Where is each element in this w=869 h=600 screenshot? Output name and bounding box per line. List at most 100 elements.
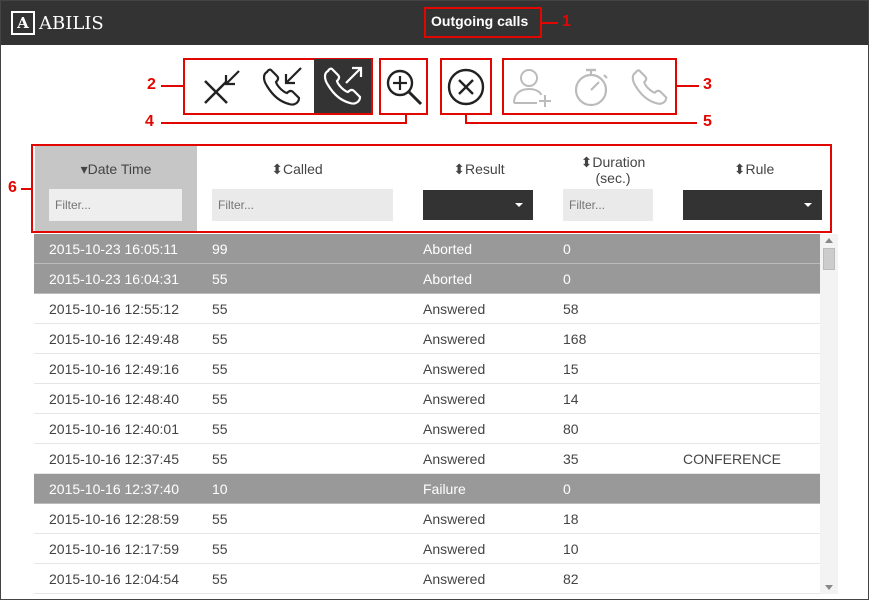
cell-result: Answered <box>423 571 486 587</box>
cell-datetime: 2015-10-16 12:49:16 <box>49 361 179 377</box>
clear-filters-button[interactable] <box>442 60 490 113</box>
called-filter-input[interactable] <box>212 189 393 221</box>
cell-duration: 14 <box>563 391 579 407</box>
cell-called: 55 <box>212 301 228 317</box>
callout-number-1: 1 <box>562 13 571 30</box>
cell-called: 55 <box>212 571 228 587</box>
callout-box-title <box>424 7 542 38</box>
cell-result: Answered <box>423 511 486 527</box>
column-label-duration: Duration <box>592 154 646 170</box>
rule-filter-select[interactable] <box>683 190 822 220</box>
column-label-result: Result <box>465 161 505 177</box>
callout-line-3 <box>677 85 699 87</box>
add-contact-button[interactable] <box>505 61 557 113</box>
callout-number-3: 3 <box>703 76 712 93</box>
cell-called: 55 <box>212 391 228 407</box>
cell-result: Aborted <box>423 241 473 257</box>
cell-datetime: 2015-10-23 16:04:31 <box>49 271 179 287</box>
zoom-in-icon <box>386 69 422 105</box>
table-row[interactable]: 2015-10-16 12:37:45 55 Answered 35 CONFERENC… <box>34 444 820 474</box>
sort-desc-icon: ▾ <box>80 161 88 177</box>
cell-duration: 18 <box>563 511 579 527</box>
cell-duration: 168 <box>563 331 587 347</box>
column-label-datetime: Date Time <box>87 161 152 177</box>
result-filter-select[interactable] <box>423 190 533 220</box>
missed-calls-icon <box>204 70 240 104</box>
callout-line-1 <box>542 22 558 24</box>
callout-line-4 <box>161 122 407 124</box>
cell-result: Answered <box>423 391 486 407</box>
logo-text: ABILIS <box>39 12 104 34</box>
cell-result: Answered <box>423 451 486 467</box>
cell-duration: 58 <box>563 301 579 317</box>
outgoing-calls-icon <box>323 66 362 105</box>
column-label-called: Called <box>283 161 323 177</box>
cell-result: Failure <box>423 481 466 497</box>
callout-line-2 <box>161 85 183 87</box>
sort-icon: ⬍ <box>453 161 466 177</box>
column-label-rule: Rule <box>745 161 775 177</box>
timer-button[interactable] <box>565 61 617 113</box>
table-row[interactable]: 2015-10-16 12:04:54 55 Answered 82 <box>34 564 820 594</box>
table-row[interactable]: 2015-10-23 16:05:11 99 Aborted 0 <box>34 234 820 264</box>
cell-called: 99 <box>212 241 228 257</box>
outgoing-calls-button[interactable] <box>314 59 371 113</box>
callout-number-2: 2 <box>147 76 156 93</box>
callout-connector-4 <box>405 115 407 124</box>
table-row[interactable]: 2015-10-16 12:55:12 55 Answered 58 <box>34 294 820 324</box>
cell-duration: 35 <box>563 451 579 467</box>
call-icon <box>631 69 668 105</box>
zoom-button[interactable] <box>381 60 426 113</box>
table-row[interactable]: 2015-10-16 12:17:59 55 Answered 10 <box>34 534 820 564</box>
column-header-called[interactable]: ⬍Called <box>197 146 397 231</box>
cell-duration: 0 <box>563 271 571 287</box>
cell-called: 55 <box>212 511 228 527</box>
column-header-result[interactable]: ⬍Result <box>413 146 545 231</box>
cell-datetime: 2015-10-16 12:37:45 <box>49 451 179 467</box>
cell-result: Answered <box>423 331 486 347</box>
cell-result: Answered <box>423 541 486 557</box>
sort-icon: ⬍ <box>271 161 284 177</box>
cell-duration: 15 <box>563 361 579 377</box>
call-button[interactable] <box>625 61 675 113</box>
table-row[interactable]: 2015-10-16 12:37:40 10 Failure 0 <box>34 474 820 504</box>
table-row[interactable]: 2015-10-16 12:49:16 55 Answered 15 <box>34 354 820 384</box>
scroll-down-icon[interactable] <box>825 585 833 590</box>
table-row[interactable]: 2015-10-16 12:48:40 55 Answered 14 <box>34 384 820 414</box>
vertical-scrollbar[interactable] <box>820 234 838 594</box>
table-row[interactable]: 2015-10-16 12:28:59 55 Answered 18 <box>34 504 820 534</box>
cell-datetime: 2015-10-16 12:49:48 <box>49 331 179 347</box>
cell-result: Answered <box>423 301 486 317</box>
cell-result: Aborted <box>423 271 473 287</box>
cell-datetime: 2015-10-16 12:28:59 <box>49 511 179 527</box>
incoming-calls-button[interactable] <box>251 61 313 113</box>
column-header-rule[interactable]: ⬍Rule <box>679 146 829 231</box>
table-row[interactable]: 2015-10-23 16:04:31 55 Aborted 0 <box>34 264 820 294</box>
cell-called: 10 <box>212 481 228 497</box>
missed-calls-button[interactable] <box>191 61 251 113</box>
column-header-datetime[interactable]: ▾Date Time <box>35 146 197 231</box>
clear-icon <box>447 68 485 105</box>
cell-datetime: 2015-10-16 12:55:12 <box>49 301 179 317</box>
calls-table-body: 2015-10-23 16:05:11 99 Aborted 0 2015-10-23 … <box>34 234 820 594</box>
table-row[interactable]: 2015-10-16 12:49:48 55 Answered 168 <box>34 324 820 354</box>
cell-datetime: 2015-10-16 12:40:01 <box>49 421 179 437</box>
logo-mark: A <box>11 11 35 35</box>
cell-called: 55 <box>212 421 228 437</box>
table-header: ▾Date Time ⬍Called ⬍Result ⬍Duration(sec… <box>33 146 829 231</box>
callout-number-6: 6 <box>8 179 17 196</box>
cell-datetime: 2015-10-16 12:37:40 <box>49 481 179 497</box>
column-label-duration-unit: (sec.) <box>595 170 631 186</box>
cell-duration: 80 <box>563 421 579 437</box>
scroll-up-icon[interactable] <box>825 238 833 243</box>
column-header-duration[interactable]: ⬍Duration (sec.) <box>553 146 673 231</box>
table-row[interactable]: 2015-10-16 12:40:01 55 Answered 80 <box>34 414 820 444</box>
sort-icon: ⬍ <box>733 161 746 177</box>
datetime-filter-input[interactable] <box>49 189 182 221</box>
add-contact-icon <box>513 69 551 107</box>
duration-filter-input[interactable] <box>563 189 653 221</box>
cell-called: 55 <box>212 541 228 557</box>
cell-datetime: 2015-10-16 12:04:54 <box>49 571 179 587</box>
cell-called: 55 <box>212 271 228 287</box>
scroll-thumb[interactable] <box>823 248 835 270</box>
